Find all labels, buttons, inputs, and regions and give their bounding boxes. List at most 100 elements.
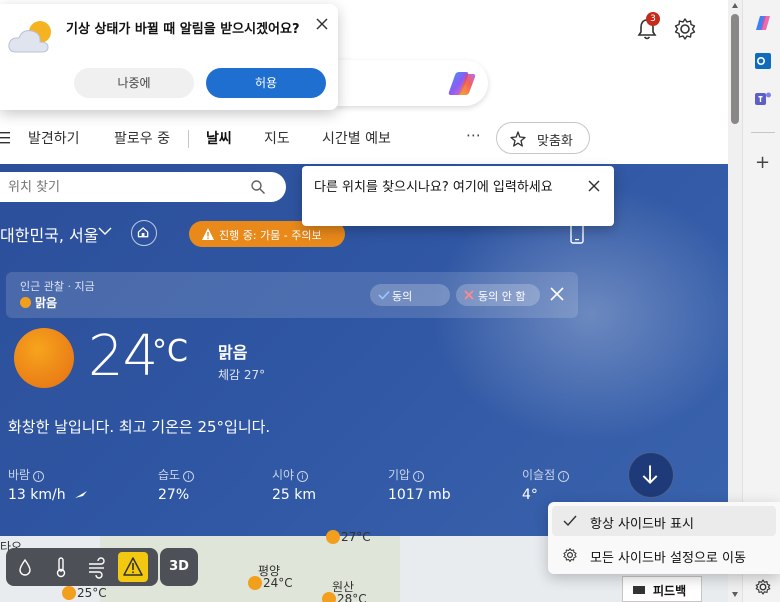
search-icon[interactable] xyxy=(250,179,266,195)
stat-label: 시야 xyxy=(272,468,295,482)
later-button[interactable]: 나중에 xyxy=(74,68,194,98)
outlook-icon[interactable] xyxy=(754,52,772,70)
current-condition: 맑음 xyxy=(218,343,248,362)
nav-separator xyxy=(188,130,189,148)
nav-tab-hourly-forecast[interactable]: 시간별 예보 xyxy=(322,128,391,148)
info-icon[interactable]: i xyxy=(413,471,425,482)
precipitation-drop-icon[interactable] xyxy=(10,552,40,582)
menu-item-label: 항상 사이드바 표시 xyxy=(590,517,694,532)
sun-marker-icon xyxy=(62,586,76,600)
scroll-down-button[interactable] xyxy=(628,452,674,498)
nav-tab-weather[interactable]: 날씨 xyxy=(206,128,232,148)
weather-summary: 화창한 날입니다. 최고 기온은 25°입니다. xyxy=(8,418,271,436)
info-icon[interactable]: i xyxy=(297,471,309,482)
close-icon[interactable] xyxy=(550,287,564,301)
observation-label: 인근 관찰 · 지금 xyxy=(20,280,95,293)
feedback-button[interactable]: 피드백 xyxy=(622,576,702,602)
map-3d-button[interactable]: 3D xyxy=(160,548,198,586)
sidebar-divider xyxy=(751,132,775,133)
nav-tab-following[interactable]: 팔로우 중 xyxy=(114,128,170,148)
wind-direction-arrow-icon xyxy=(75,491,88,498)
location-search-box[interactable] xyxy=(0,172,286,202)
map-city-marker[interactable]: 28°C xyxy=(322,592,367,602)
feedback-label: 피드백 xyxy=(653,584,687,598)
checkmark-icon xyxy=(563,515,577,527)
info-icon[interactable]: i xyxy=(558,471,570,482)
stat-label: 이슬점 xyxy=(522,468,556,482)
teams-icon[interactable] xyxy=(754,90,772,108)
stat-value: 1017 mb xyxy=(388,487,451,503)
menu-item-label: 모든 사이드바 설정으로 이동 xyxy=(590,551,746,566)
allow-button[interactable]: 허용 xyxy=(206,68,326,98)
copilot-icon[interactable] xyxy=(446,68,478,98)
sun-marker-icon xyxy=(326,530,340,544)
location-title[interactable]: 대한민국, 서울 xyxy=(0,222,99,246)
location-search-tooltip: 다른 위치를 찾으시나요? 여기에 입력하세요 xyxy=(302,166,614,226)
agree-label: 동의 xyxy=(392,290,413,303)
scroll-down-arrow-icon[interactable] xyxy=(731,590,739,598)
browser-window: 3 발견하기 팔로우 중 날씨 지도 시간별 예보 ⋯ 맞춤화 위치 찾기 대한… xyxy=(0,0,780,602)
x-mark-icon xyxy=(464,290,474,300)
nav-row: 발견하기 팔로우 중 날씨 지도 시간별 예보 ⋯ 맞춤화 xyxy=(0,122,742,154)
sparkle-star-icon xyxy=(510,131,526,147)
warning-layer-icon[interactable] xyxy=(118,552,148,582)
home-icon xyxy=(137,227,149,238)
stat-value: 27% xyxy=(158,487,190,503)
checkmark-icon xyxy=(378,290,390,300)
tooltip-text: 다른 위치를 찾으시나요? 여기에 입력하세요 xyxy=(314,180,553,195)
scroll-up-arrow-icon[interactable] xyxy=(731,2,739,10)
disagree-button[interactable]: 동의 안 함 xyxy=(456,284,540,306)
more-options-button[interactable]: ⋯ xyxy=(466,126,482,144)
wind-icon[interactable] xyxy=(82,552,112,582)
close-icon[interactable] xyxy=(316,18,328,30)
thermometer-icon[interactable] xyxy=(46,552,76,582)
sunny-weather-icon xyxy=(14,328,74,388)
copilot-sidebar-icon[interactable] xyxy=(754,14,772,32)
feedback-icon xyxy=(633,586,645,594)
stat-pressure: 기압 i 1017 mb xyxy=(388,466,451,503)
stat-value: 25 km xyxy=(272,487,317,503)
map-layer-toolbar xyxy=(6,548,158,586)
add-sidebar-app-plus-icon[interactable]: + xyxy=(755,152,770,173)
stat-humidity: 습도 i 27% xyxy=(158,466,195,503)
map-city-marker[interactable]: 25°C xyxy=(62,586,107,600)
stat-dew-point: 이슬점 i 4° xyxy=(522,466,570,503)
menu-item-always-show-sidebar[interactable]: 항상 사이드바 표시 xyxy=(552,506,776,536)
disagree-label: 동의 안 함 xyxy=(478,290,526,303)
stat-label: 바람 xyxy=(8,468,31,482)
sun-marker-icon xyxy=(248,576,262,590)
stat-value: 13 km/h xyxy=(8,487,66,503)
observation-condition: 맑음 xyxy=(20,294,57,311)
customize-button[interactable]: 맞춤화 xyxy=(496,122,590,154)
sidebar-context-menu: 항상 사이드바 표시 모든 사이드바 설정으로 이동 xyxy=(548,502,780,574)
temperature-unit[interactable]: °C xyxy=(152,334,188,369)
map-city-marker[interactable]: 24°C xyxy=(248,576,293,590)
feels-like: 체감 27° xyxy=(218,368,266,382)
nav-tab-discover[interactable]: 발견하기 xyxy=(28,128,80,148)
info-icon[interactable]: i xyxy=(183,471,195,482)
chevron-down-icon[interactable] xyxy=(98,226,112,236)
nav-tab-maps[interactable]: 지도 xyxy=(264,128,290,148)
sidebar-settings-gear-icon[interactable] xyxy=(754,578,772,596)
close-icon[interactable] xyxy=(588,180,600,192)
alert-text: 진행 중: 가뭄 - 주의보 xyxy=(219,229,322,242)
gear-icon xyxy=(563,548,577,562)
stat-value: 4° xyxy=(522,487,538,503)
settings-gear-icon[interactable] xyxy=(672,16,698,42)
arrow-down-icon xyxy=(642,465,658,485)
warning-icon xyxy=(202,228,214,240)
partly-cloudy-icon xyxy=(8,21,51,53)
stat-visibility: 시야 i 25 km xyxy=(272,466,316,503)
current-temperature: 24 xyxy=(88,324,158,389)
hamburger-menu-icon[interactable] xyxy=(0,131,10,145)
info-icon[interactable]: i xyxy=(33,471,45,482)
location-search-input[interactable] xyxy=(8,177,238,197)
scrollbar-thumb[interactable] xyxy=(731,14,739,124)
map-city-marker[interactable]: 27°C xyxy=(326,530,371,544)
home-location-button[interactable] xyxy=(131,220,157,246)
notification-message: 기상 상태가 바뀔 때 알림을 받으시겠어요? xyxy=(66,22,300,37)
menu-item-sidebar-settings[interactable]: 모든 사이드바 설정으로 이동 xyxy=(552,540,776,570)
notification-count-badge: 3 xyxy=(646,12,660,26)
agree-button[interactable]: 동의 xyxy=(370,284,450,306)
stat-wind: 바람 i 13 km/h xyxy=(8,466,88,503)
